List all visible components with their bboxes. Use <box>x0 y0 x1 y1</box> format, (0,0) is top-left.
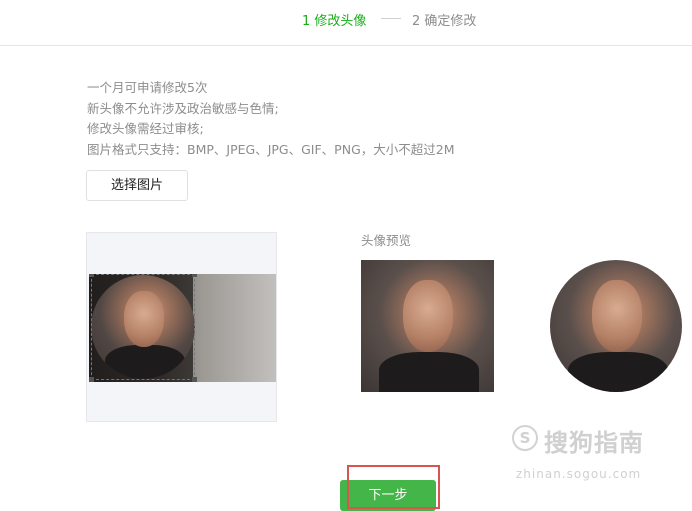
rule-text: 图片格式只支持：BMP、JPEG、JPG、GIF、PNG，大小不超过2M <box>87 141 455 157</box>
sogou-logo-icon: S <box>512 425 538 451</box>
preview-label: 头像预览 <box>361 233 412 248</box>
crop-area[interactable] <box>86 232 277 422</box>
crop-handle-bottom-right[interactable] <box>192 377 197 382</box>
avatar-rules: 一个月可申请修改5次 新头像不允许涉及政治敏感与色情; 修改头像需经过审核; 图… <box>87 78 455 160</box>
avatar-preview-square <box>361 260 494 392</box>
step-1-modify-avatar: 1 修改头像 <box>302 14 367 29</box>
rule-text: 一个月可申请修改5次 <box>87 80 208 95</box>
step-2-confirm: 2 确定修改 <box>412 14 477 29</box>
source-image <box>89 274 276 382</box>
rule-text: 新头像不允许涉及政治敏感与色情; <box>87 100 279 116</box>
next-step-button[interactable]: 下一步 <box>340 480 436 511</box>
rule-text: 修改头像需经过审核; <box>87 121 204 136</box>
step-separator <box>381 18 401 19</box>
steps-header: 1 修改头像 2 确定修改 <box>0 0 692 46</box>
watermark-text: 搜狗指南 <box>544 429 644 457</box>
select-image-button[interactable]: 选择图片 <box>86 170 188 201</box>
crop-handle-bottom-left[interactable] <box>89 377 94 382</box>
avatar-preview-circle <box>550 260 682 392</box>
crop-selection-box[interactable] <box>91 274 195 380</box>
watermark-url: zhinan.sogou.com <box>516 467 642 481</box>
crop-handle-top-right[interactable] <box>192 274 197 277</box>
crop-handle-top-left[interactable] <box>89 274 94 277</box>
